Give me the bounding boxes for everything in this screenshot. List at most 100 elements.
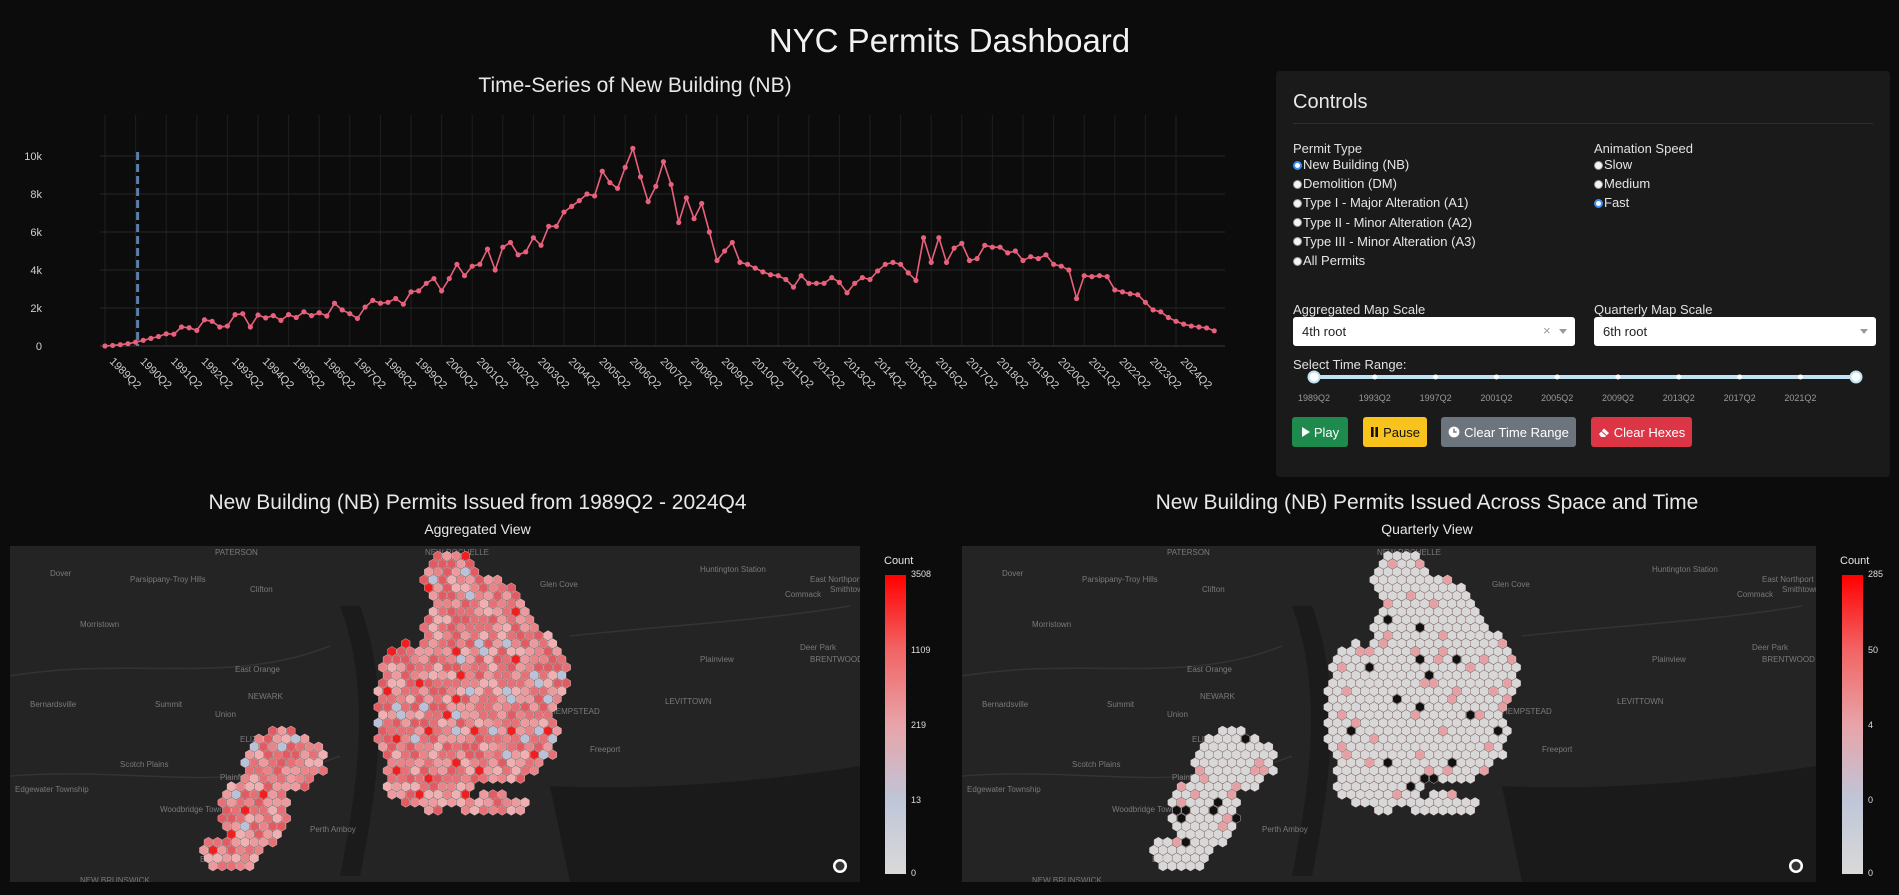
radio-button[interactable]	[1293, 237, 1302, 247]
animation-speed-option[interactable]: Fast	[1594, 195, 1629, 211]
data-point[interactable]	[813, 280, 820, 286]
hex-cell[interactable]	[502, 590, 512, 601]
radio-button[interactable]	[1293, 160, 1302, 170]
data-point[interactable]	[339, 307, 345, 313]
data-point[interactable]	[1096, 273, 1103, 279]
data-point[interactable]	[247, 324, 253, 330]
data-point[interactable]	[722, 248, 728, 254]
hex-cell[interactable]	[451, 582, 461, 593]
radio-button[interactable]	[1293, 198, 1302, 208]
data-point[interactable]	[385, 299, 391, 305]
data-point[interactable]	[783, 276, 789, 283]
data-point[interactable]	[959, 240, 965, 246]
data-point[interactable]	[989, 244, 996, 250]
clear-hexes-button[interactable]: Clear Hexes	[1591, 417, 1692, 447]
data-point[interactable]	[1066, 267, 1072, 273]
data-point[interactable]	[538, 242, 544, 248]
data-point[interactable]	[255, 312, 261, 318]
data-point[interactable]	[546, 223, 552, 229]
hex-cell[interactable]	[1401, 582, 1411, 593]
data-point[interactable]	[898, 261, 904, 267]
hex-cell[interactable]	[456, 558, 466, 570]
data-point[interactable]	[1020, 257, 1026, 264]
data-point[interactable]	[393, 295, 399, 302]
data-point[interactable]	[745, 261, 751, 267]
data-point[interactable]	[201, 317, 208, 323]
hex-cell[interactable]	[497, 582, 507, 593]
radio-button[interactable]	[1594, 179, 1603, 189]
data-point[interactable]	[240, 311, 246, 317]
permit-type-option[interactable]: Type III - Minor Alteration (A3)	[1293, 234, 1476, 250]
play-button[interactable]: Play	[1292, 417, 1348, 447]
hex-cell[interactable]	[1447, 582, 1457, 593]
data-point[interactable]	[576, 198, 582, 204]
data-point[interactable]	[982, 242, 988, 248]
radio-button[interactable]	[1293, 179, 1302, 189]
data-point[interactable]	[224, 323, 230, 329]
data-point[interactable]	[836, 279, 843, 285]
hex-cell[interactable]	[488, 582, 498, 593]
hex-cell[interactable]	[433, 582, 443, 593]
data-point[interactable]	[553, 223, 559, 229]
data-point[interactable]	[1035, 256, 1041, 262]
data-point[interactable]	[316, 310, 322, 316]
data-point[interactable]	[209, 318, 215, 324]
data-point[interactable]	[599, 168, 605, 174]
data-point[interactable]	[500, 244, 506, 250]
data-point[interactable]	[997, 244, 1003, 250]
data-point[interactable]	[683, 195, 690, 201]
data-point[interactable]	[133, 339, 139, 345]
data-point[interactable]	[821, 280, 827, 286]
data-point[interactable]	[951, 245, 957, 251]
data-point[interactable]	[1135, 292, 1141, 298]
data-point[interactable]	[163, 331, 169, 337]
radio-button[interactable]	[1293, 256, 1302, 266]
data-point[interactable]	[1188, 323, 1194, 329]
permit-type-option[interactable]: Demolition (DM)	[1293, 176, 1397, 192]
data-point[interactable]	[622, 164, 628, 170]
data-point[interactable]	[1005, 250, 1011, 256]
data-point[interactable]	[439, 288, 445, 294]
chevron-down-icon[interactable]	[1559, 329, 1567, 334]
data-point[interactable]	[155, 333, 162, 340]
quarterly-hex-map[interactable]: PATERSONNEW ROCHELLEDoverParsippany-Troy…	[962, 546, 1816, 882]
data-point[interactable]	[1196, 324, 1202, 330]
data-point[interactable]	[966, 257, 973, 264]
data-point[interactable]	[767, 272, 774, 278]
data-point[interactable]	[875, 268, 881, 274]
data-point[interactable]	[913, 277, 919, 284]
data-point[interactable]	[431, 275, 437, 282]
data-point[interactable]	[943, 259, 950, 265]
data-point[interactable]	[324, 313, 330, 319]
data-point[interactable]	[507, 239, 514, 246]
clear-selection-icon[interactable]: ×	[1543, 323, 1551, 338]
hex-cell[interactable]	[1406, 590, 1416, 601]
hex-cell[interactable]	[470, 582, 479, 593]
data-point[interactable]	[1211, 328, 1217, 334]
data-point[interactable]	[140, 337, 146, 343]
data-point[interactable]	[178, 324, 185, 330]
data-point[interactable]	[217, 324, 223, 330]
data-point[interactable]	[286, 312, 292, 318]
pause-button[interactable]: Pause	[1363, 417, 1427, 447]
data-point[interactable]	[1089, 274, 1095, 280]
hex-cell[interactable]	[461, 582, 470, 593]
data-point[interactable]	[592, 193, 598, 199]
hex-cell[interactable]	[1438, 582, 1448, 593]
hex-cell[interactable]	[1392, 582, 1402, 593]
data-point[interactable]	[454, 261, 460, 267]
data-point[interactable]	[790, 284, 797, 290]
data-point[interactable]	[117, 342, 123, 348]
data-point[interactable]	[110, 342, 116, 349]
data-point[interactable]	[469, 263, 475, 269]
data-point[interactable]	[408, 289, 414, 295]
hex-cell[interactable]	[1383, 582, 1393, 593]
data-point[interactable]	[920, 235, 927, 241]
data-point[interactable]	[477, 261, 483, 267]
data-point[interactable]	[905, 270, 911, 276]
radio-button[interactable]	[1594, 198, 1603, 208]
data-point[interactable]	[278, 317, 284, 323]
data-point[interactable]	[890, 259, 896, 265]
data-point[interactable]	[1058, 263, 1064, 269]
hex-cell[interactable]	[1456, 582, 1466, 593]
